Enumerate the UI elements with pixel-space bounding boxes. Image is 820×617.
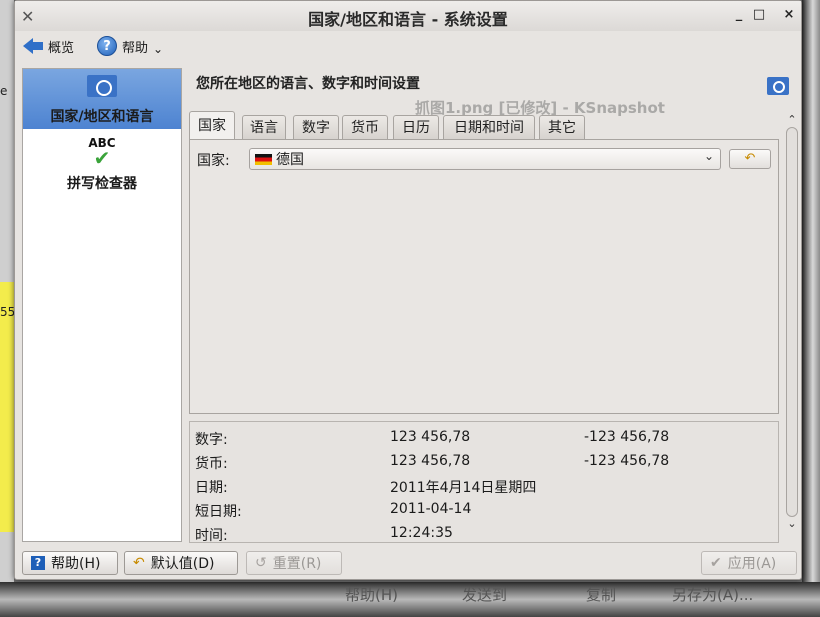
tab-numbers[interactable]: 数字 [293,115,339,140]
system-settings-window: ✕ 国家/地区和语言 - 系统设置 _ □ × 概览 ? 帮助 ⌄ 国家/地区和… [14,0,802,580]
country-label: 国家: [197,153,230,169]
country-tab-panel: 国家: 德国 ⌄ ↶ [189,139,779,414]
help-button[interactable]: ? 帮助(H) [22,551,118,575]
preview-number-label: 数字: [195,432,228,448]
title-bar[interactable]: ✕ 国家/地区和语言 - 系统设置 _ □ × [15,1,801,31]
scrollbar-thumb[interactable] [786,127,798,517]
background-help-button: 帮助(H) [345,586,398,604]
overview-button[interactable]: 概览 [23,35,74,57]
preview-short-date-label: 短日期: [195,504,242,520]
tab-calendar[interactable]: 日历 [393,115,439,140]
undo-icon: ↶ [744,151,756,166]
back-arrow-icon [23,38,43,54]
chevron-down-icon: ⌄ [153,42,164,56]
preview-money-negative: -123 456,78 [584,453,670,469]
preview-date-value: 2011年4月14日星期四 [390,480,537,496]
un-flag-icon [767,77,789,95]
preview-date-label: 日期: [195,480,228,496]
tab-language[interactable]: 语言 [242,115,286,140]
reset-button-label: 重置(R) [272,556,322,572]
module-sidebar: 国家/地区和语言 ABC ✔ 拼写检查器 [22,68,182,542]
reset-country-button[interactable]: ↶ [729,149,771,169]
preview-time-label: 时间: [195,528,228,544]
background-send-to-button: 发送到 [462,586,508,604]
sidebar-item-label: 国家/地区和语言 [50,109,154,125]
help-icon: ? [97,36,117,56]
scroll-down-icon[interactable]: ⌄ [785,517,799,530]
preview-number-positive: 123 456,78 [390,429,471,445]
help-book-icon: ? [31,556,45,570]
desktop-text-fragment: e [0,84,8,98]
preview-money-positive: 123 456,78 [390,453,471,469]
sidebar-item-label: 拼写检查器 [67,176,137,192]
sidebar-item-spell-checker[interactable]: ABC ✔ 拼写检查器 [23,137,181,193]
check-icon: ✔ [93,146,111,170]
defaults-button-label: 默认值(D) [150,556,215,572]
minimize-button[interactable]: _ [731,7,747,23]
apply-button[interactable]: ✔ 应用(A) [701,551,797,575]
undo-icon: ↺ [255,555,267,571]
country-select[interactable]: 德国 ⌄ [249,148,721,170]
preview-money-label: 货币: [195,456,228,472]
reset-button[interactable]: ↺ 重置(R) [246,551,342,575]
tab-other[interactable]: 其它 [539,115,585,140]
apply-button-label: 应用(A) [727,556,777,572]
scroll-up-icon[interactable]: ⌃ [785,113,799,126]
tab-money[interactable]: 货币 [342,115,388,140]
help-menu-button[interactable]: ? 帮助 ⌄ [97,35,163,57]
desktop-window-fragment [0,282,14,532]
defaults-icon: ↶ [133,555,145,571]
background-copy-button: 复制 [586,586,617,604]
overview-label: 概览 [48,40,75,56]
tab-date-time[interactable]: 日期和时间 [443,115,535,140]
vertical-scrollbar[interactable]: ⌃ ⌄ [785,113,799,543]
un-flag-icon [87,75,117,97]
maximize-button[interactable]: □ [751,7,767,23]
toolbar: 概览 ? 帮助 ⌄ [15,31,801,61]
defaults-button[interactable]: ↶ 默认值(D) [124,551,238,575]
tab-country[interactable]: 国家 [189,111,235,140]
preview-number-negative: -123 456,78 [584,429,670,445]
check-icon: ✔ [710,555,722,571]
page-title: 您所在地区的语言、数字和时间设置 [196,76,420,92]
close-button[interactable]: × [781,7,797,23]
germany-flag-icon [255,153,272,165]
chevron-down-icon: ⌄ [703,149,714,163]
window-title: 国家/地区和语言 - 系统设置 [308,10,508,29]
help-button-label: 帮助(H) [51,556,101,572]
preview-short-date-value: 2011-04-14 [390,501,472,517]
preview-time-value: 12:24:35 [390,525,453,541]
desktop-background-right [802,0,820,617]
sidebar-item-locale[interactable]: 国家/地区和语言 [23,69,181,129]
help-label: 帮助 [122,40,149,56]
background-save-as-button: 另存为(A)... [672,586,754,604]
country-value: 德国 [276,152,304,168]
locale-preview: 数字: 123 456,78 -123 456,78 货币: 123 456,7… [189,421,779,544]
